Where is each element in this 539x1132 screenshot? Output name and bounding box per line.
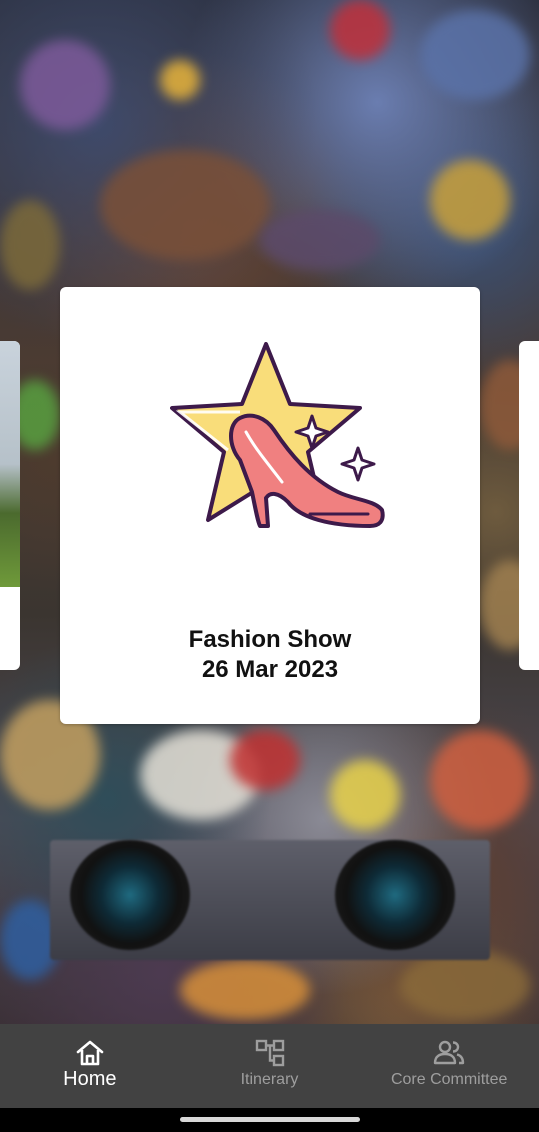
event-date: 26 Mar 2023 (201, 656, 339, 683)
nav-item-core-committee[interactable]: Core Committee (359, 1024, 539, 1108)
event-title: Fashion Show (188, 626, 352, 653)
previous-event-photo (0, 341, 20, 587)
nav-label-home: Home (63, 1068, 117, 1090)
people-icon (433, 1039, 465, 1067)
event-card[interactable]: Fashion Show 26 Mar 2023 (60, 287, 480, 724)
next-event-card[interactable] (519, 341, 539, 670)
home-icon (74, 1039, 106, 1067)
itinerary-icon (254, 1039, 286, 1067)
nav-item-itinerary[interactable]: Itinerary (180, 1024, 360, 1108)
nav-label-itinerary: Itinerary (240, 1071, 299, 1088)
nav-item-home[interactable]: Home (0, 1024, 180, 1108)
home-gesture-bar[interactable] (180, 1117, 360, 1122)
system-gesture-area (0, 1108, 539, 1132)
app-screen: Fashion Show 26 Mar 2023 Home Itinerary … (0, 0, 539, 1132)
previous-event-card[interactable] (0, 341, 20, 670)
high-heel-star-icon (170, 342, 385, 528)
bottom-navigation: Home Itinerary Core Committee (0, 1024, 539, 1108)
nav-label-core-committee: Core Committee (390, 1071, 508, 1088)
